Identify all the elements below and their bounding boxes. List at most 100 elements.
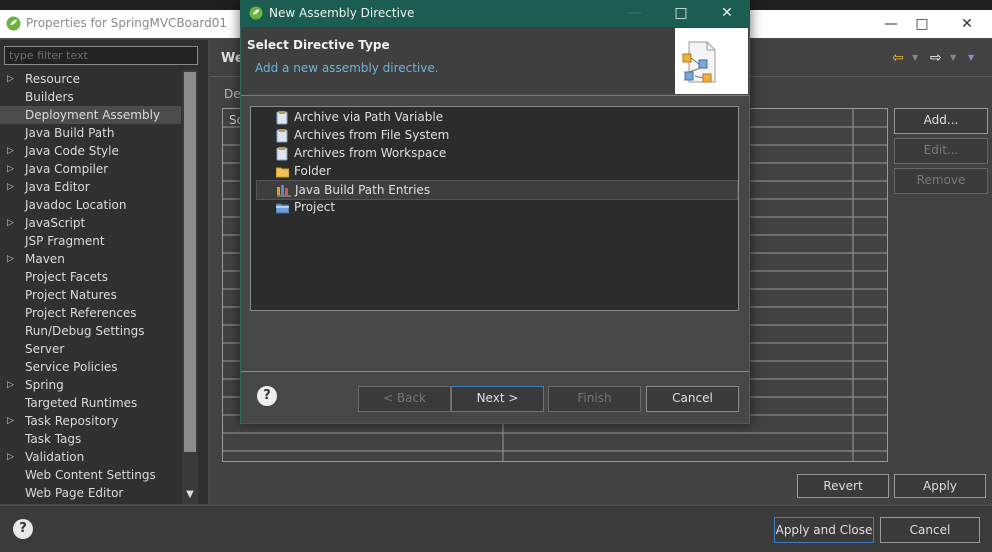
spring-logo-icon	[249, 6, 263, 20]
tree-item[interactable]: Javadoc Location	[0, 196, 181, 214]
library-icon	[277, 184, 291, 197]
tree-item-label: Java Editor	[25, 180, 90, 194]
directive-list-item[interactable]: Java Build Path Entries	[256, 180, 738, 200]
maximize-icon[interactable]: □	[666, 3, 696, 23]
tree-item[interactable]: Project References	[0, 304, 181, 322]
tree-item-label: Resource	[25, 72, 81, 86]
tree-item-label: Builders	[25, 90, 74, 104]
tree-item[interactable]: Server	[0, 340, 181, 358]
tree-scrollbar-thumb[interactable]	[184, 72, 196, 452]
minimize-icon[interactable]: —	[620, 3, 650, 23]
help-icon[interactable]: ?	[13, 519, 33, 539]
tree-item[interactable]: Java Build Path	[0, 124, 181, 142]
directive-list-item-label: Java Build Path Entries	[295, 183, 431, 197]
scroll-down-icon[interactable]: ▼	[182, 486, 198, 504]
directive-list-item[interactable]: Archive via Path Variable	[256, 108, 736, 126]
back-arrow-icon[interactable]: ⇦	[892, 50, 904, 66]
tree-item-label: Spring	[25, 378, 64, 392]
tree-item[interactable]: Task Tags	[0, 430, 181, 448]
tree-item-label: Service Policies	[25, 360, 118, 374]
spring-logo-icon	[6, 16, 21, 31]
chevron-down-icon[interactable]: ▼	[950, 53, 956, 62]
directive-list-item[interactable]: Archives from File System	[256, 126, 736, 144]
directive-list-item-label: Archive via Path Variable	[294, 110, 444, 124]
tree-item[interactable]: Service Policies	[0, 358, 181, 376]
tree-item-label: Task Repository	[25, 414, 119, 428]
tree-item[interactable]: Project Natures	[0, 286, 181, 304]
tree-item[interactable]: ▷ JavaScript	[0, 214, 181, 232]
tree-item-label: Validation	[25, 450, 85, 464]
expand-arrow-icon[interactable]: ▷	[7, 448, 14, 466]
tree-item[interactable]: Web Page Editor	[0, 484, 181, 502]
tree-item-label: Project Natures	[25, 288, 117, 302]
close-icon[interactable]: ✕	[952, 14, 982, 34]
wizard-banner-icon	[675, 28, 748, 94]
tree-item[interactable]: ▷ Java Code Style	[0, 142, 181, 160]
dialog-cancel-button[interactable]: Cancel	[646, 386, 739, 412]
back-button[interactable]: < Back	[358, 386, 451, 412]
close-icon[interactable]: ✕	[712, 3, 742, 23]
tree-item[interactable]: ▷ Resource	[0, 70, 181, 88]
tree-item[interactable]: ▷ Task Repository	[0, 412, 181, 430]
expand-arrow-icon[interactable]: ▷	[7, 178, 14, 196]
tree-item[interactable]: ▷ Maven	[0, 250, 181, 268]
tree-item[interactable]: Web Content Settings	[0, 466, 181, 484]
tree-item-label: Deployment Assembly	[25, 108, 161, 122]
tree-item-label: Run/Debug Settings	[25, 324, 145, 338]
directive-list-item-label: Folder	[294, 164, 332, 178]
forward-arrow-icon[interactable]: ⇨	[930, 50, 942, 66]
nav-arrows: ⇦ ▼ ⇨ ▼ ▼	[892, 50, 982, 68]
tree-item[interactable]: ▷ Spring	[0, 376, 181, 394]
tree-item[interactable]: ▷ Validation	[0, 448, 181, 466]
tree-item-label: JSP Fragment	[25, 234, 105, 248]
tree-item[interactable]: ▷ Java Editor	[0, 178, 181, 196]
expand-arrow-icon[interactable]: ▷	[7, 250, 14, 268]
view-menu-icon[interactable]: ▼	[968, 53, 974, 62]
dialog-subheading: Add a new assembly directive.	[255, 61, 439, 75]
add-button[interactable]: Add...	[894, 108, 988, 134]
jar-icon	[276, 147, 288, 161]
edit-button[interactable]: Edit...	[894, 138, 988, 164]
tree-item-label: Targeted Runtimes	[25, 396, 138, 410]
expand-arrow-icon[interactable]: ▷	[7, 142, 14, 160]
directive-list-item[interactable]: Archives from Workspace	[256, 144, 736, 162]
tree-item[interactable]: Run/Debug Settings	[0, 322, 181, 340]
tree-item-label: Web Page Editor	[25, 486, 124, 500]
revert-button[interactable]: Revert	[797, 474, 889, 498]
expand-arrow-icon[interactable]: ▷	[7, 160, 14, 178]
tree-item-label: Web Content Settings	[25, 468, 156, 482]
expand-arrow-icon[interactable]: ▷	[7, 412, 14, 430]
cancel-button[interactable]: Cancel	[880, 517, 980, 543]
apply-and-close-button[interactable]: Apply and Close	[774, 517, 874, 543]
project-folder-icon	[275, 201, 290, 214]
chevron-down-icon[interactable]: ▼	[912, 53, 918, 62]
tab-label: De	[224, 87, 241, 101]
apply-button[interactable]: Apply	[894, 474, 986, 498]
directive-list-item[interactable]: Folder	[256, 162, 736, 180]
tree-item[interactable]: Deployment Assembly	[0, 106, 181, 124]
expand-arrow-icon[interactable]: ▷	[7, 376, 14, 394]
maximize-icon[interactable]: □	[907, 14, 937, 34]
tree-item-label: JavaScript	[25, 216, 86, 230]
finish-button[interactable]: Finish	[548, 386, 641, 412]
tree-item[interactable]: Project Facets	[0, 268, 181, 286]
expand-arrow-icon[interactable]: ▷	[7, 214, 14, 232]
directive-list-item[interactable]: Project	[256, 198, 736, 216]
help-icon[interactable]: ?	[257, 386, 277, 406]
minimize-icon[interactable]: —	[876, 14, 906, 34]
remove-button[interactable]: Remove	[894, 168, 988, 194]
tree-item[interactable]: Builders	[0, 88, 181, 106]
expand-arrow-icon[interactable]: ▷	[7, 70, 14, 88]
tree-item-label: Java Build Path	[25, 126, 115, 140]
tree-item-label: Project References	[25, 306, 137, 320]
dialog-heading: Select Directive Type	[247, 38, 390, 52]
tree-item-label: Javadoc Location	[25, 198, 127, 212]
tree-item[interactable]: Targeted Runtimes	[0, 394, 181, 412]
tree-item[interactable]: ▷ Java Compiler	[0, 160, 181, 178]
filter-input[interactable]: type filter text	[4, 46, 198, 65]
tree-item-label: Task Tags	[25, 432, 82, 446]
tree-item[interactable]: JSP Fragment	[0, 232, 181, 250]
directive-list-item-label: Archives from File System	[294, 128, 450, 142]
dialog-titlebar: New Assembly Directive — □ ✕	[240, 0, 750, 27]
next-button[interactable]: Next >	[451, 386, 544, 412]
